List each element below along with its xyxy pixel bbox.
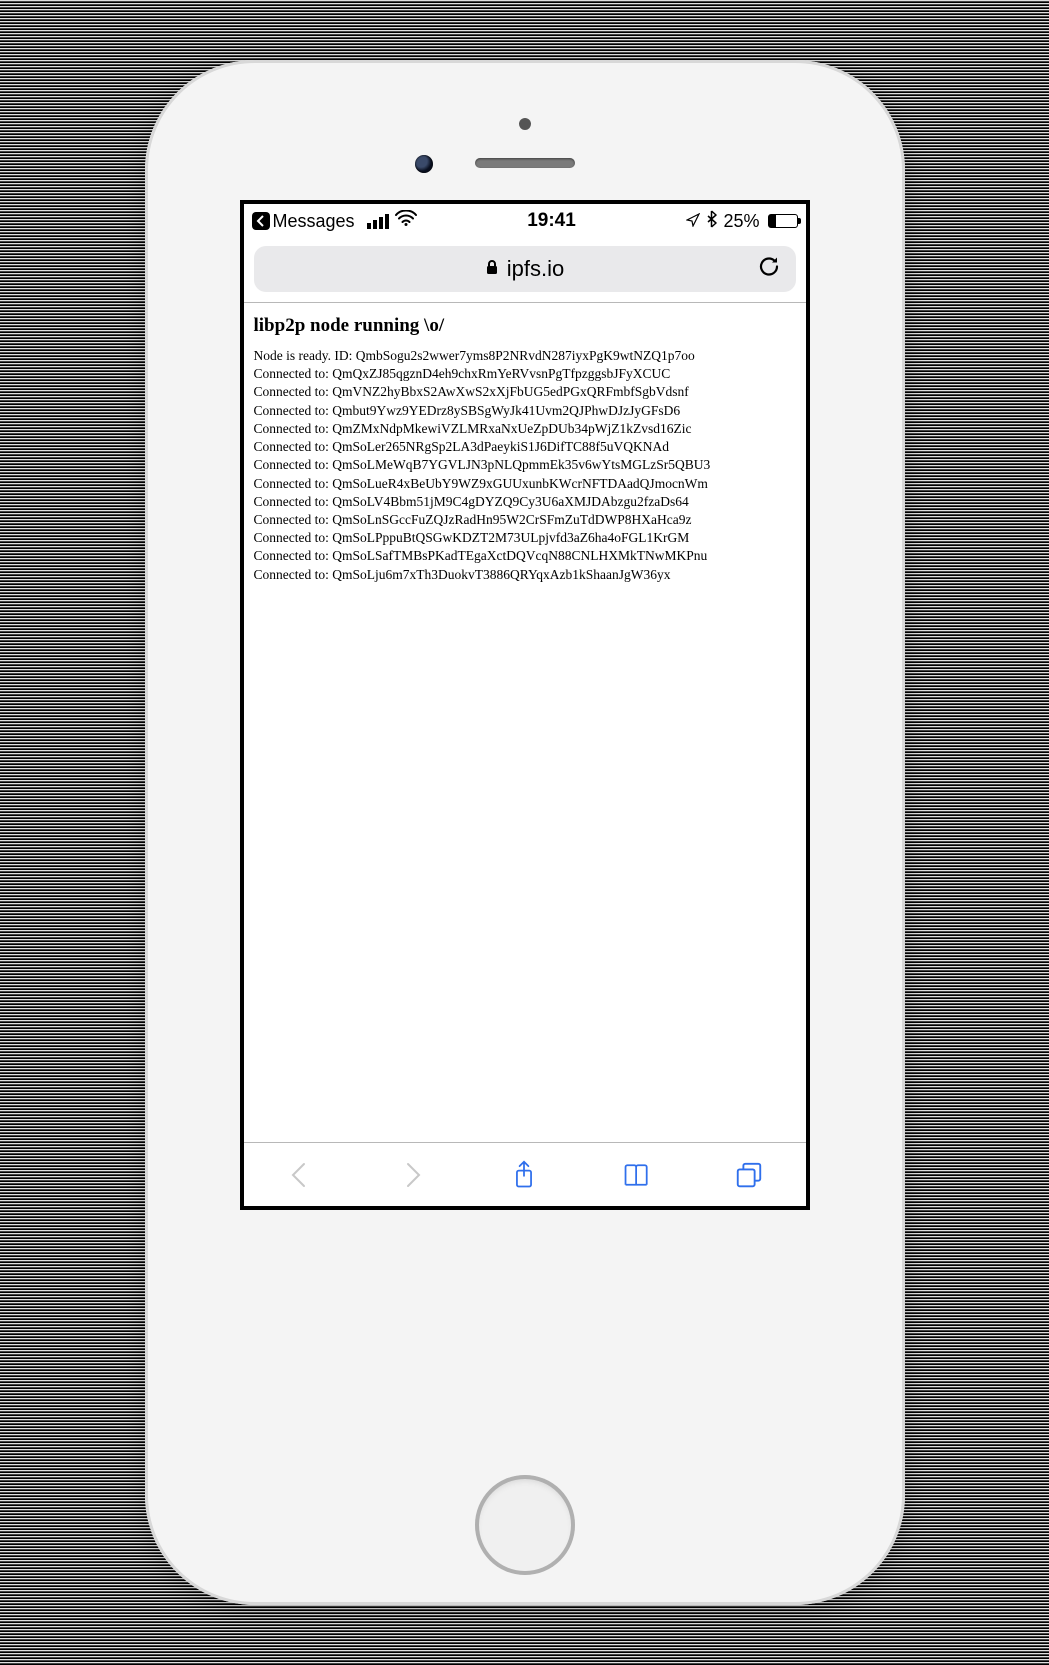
peer-line: Connected to: Qmbut9Ywz9YEDrz8ySBSgWyJk4…	[254, 402, 796, 420]
peer-line: Connected to: QmQxZJ85qgznD4eh9chxRmYeRV…	[254, 365, 796, 383]
peer-line: Connected to: QmSoLnSGccFuZQJzRadHn95W2C…	[254, 511, 796, 529]
battery-percent: 25%	[723, 211, 759, 232]
tabs-button[interactable]	[731, 1157, 767, 1193]
share-button[interactable]	[506, 1157, 542, 1193]
status-left-cluster: Messages	[252, 210, 417, 232]
page-content[interactable]: libp2p node running \o/ Node is ready. I…	[244, 303, 806, 1142]
peer-line: Connected to: QmSoLju6m7xTh3DuokvT3886QR…	[254, 566, 796, 584]
status-right-cluster: 25%	[686, 210, 797, 233]
peer-line: Connected to: QmZMxNdpMkewiVZLMRxaNxUeZp…	[254, 420, 796, 438]
url-domain: ipfs.io	[507, 256, 564, 282]
browser-chrome: ipfs.io	[244, 238, 806, 303]
peer-line: Connected to: QmVNZ2hyBbxS2AwXwS2xXjFbUG…	[254, 383, 796, 401]
peer-line: Connected to: QmSoLer265NRgSp2LA3dPaeyki…	[254, 438, 796, 456]
earpiece-speaker	[475, 158, 575, 168]
nav-forward-button[interactable]	[394, 1157, 430, 1193]
lock-icon	[485, 259, 499, 280]
screen: Messages 19:41 25%	[240, 200, 810, 1210]
bluetooth-icon	[706, 210, 717, 233]
node-ready-line: Node is ready. ID: QmbSogu2s2wwer7yms8P2…	[254, 347, 796, 365]
home-button[interactable]	[475, 1475, 575, 1575]
address-bar[interactable]: ipfs.io	[254, 246, 796, 292]
safari-toolbar	[244, 1142, 806, 1206]
bookmarks-button[interactable]	[619, 1157, 655, 1193]
cellular-signal-icon	[367, 214, 389, 229]
peer-line: Connected to: QmSoLPppuBtQSGwKDZT2M73ULp…	[254, 529, 796, 547]
battery-icon	[768, 214, 798, 228]
back-to-app-button[interactable]: Messages	[252, 211, 355, 232]
peer-line: Connected to: QmSoLV4Bbm51jM9C4gDYZQ9Cy3…	[254, 493, 796, 511]
peer-line: Connected to: QmSoLueR4xBeUbY9WZ9xGUUxun…	[254, 475, 796, 493]
status-bar: Messages 19:41 25%	[244, 204, 806, 238]
front-camera	[415, 155, 433, 173]
wifi-icon	[395, 210, 417, 232]
peer-line: Connected to: QmSoLSafTMBsPKadTEgaXctDQV…	[254, 547, 796, 565]
proximity-sensor	[519, 118, 531, 130]
reload-button[interactable]	[756, 254, 782, 285]
peer-line: Connected to: QmSoLMeWqB7YGVLJN3pNLQpmmE…	[254, 456, 796, 474]
clock-time: 19:41	[527, 210, 576, 232]
location-icon	[686, 211, 700, 232]
nav-back-button[interactable]	[282, 1157, 318, 1193]
page-heading: libp2p node running \o/	[254, 315, 796, 337]
device-frame: Messages 19:41 25%	[145, 60, 905, 1605]
log-output: Node is ready. ID: QmbSogu2s2wwer7yms8P2…	[254, 347, 796, 584]
back-chevron-icon	[252, 212, 270, 230]
back-app-label: Messages	[273, 211, 355, 232]
